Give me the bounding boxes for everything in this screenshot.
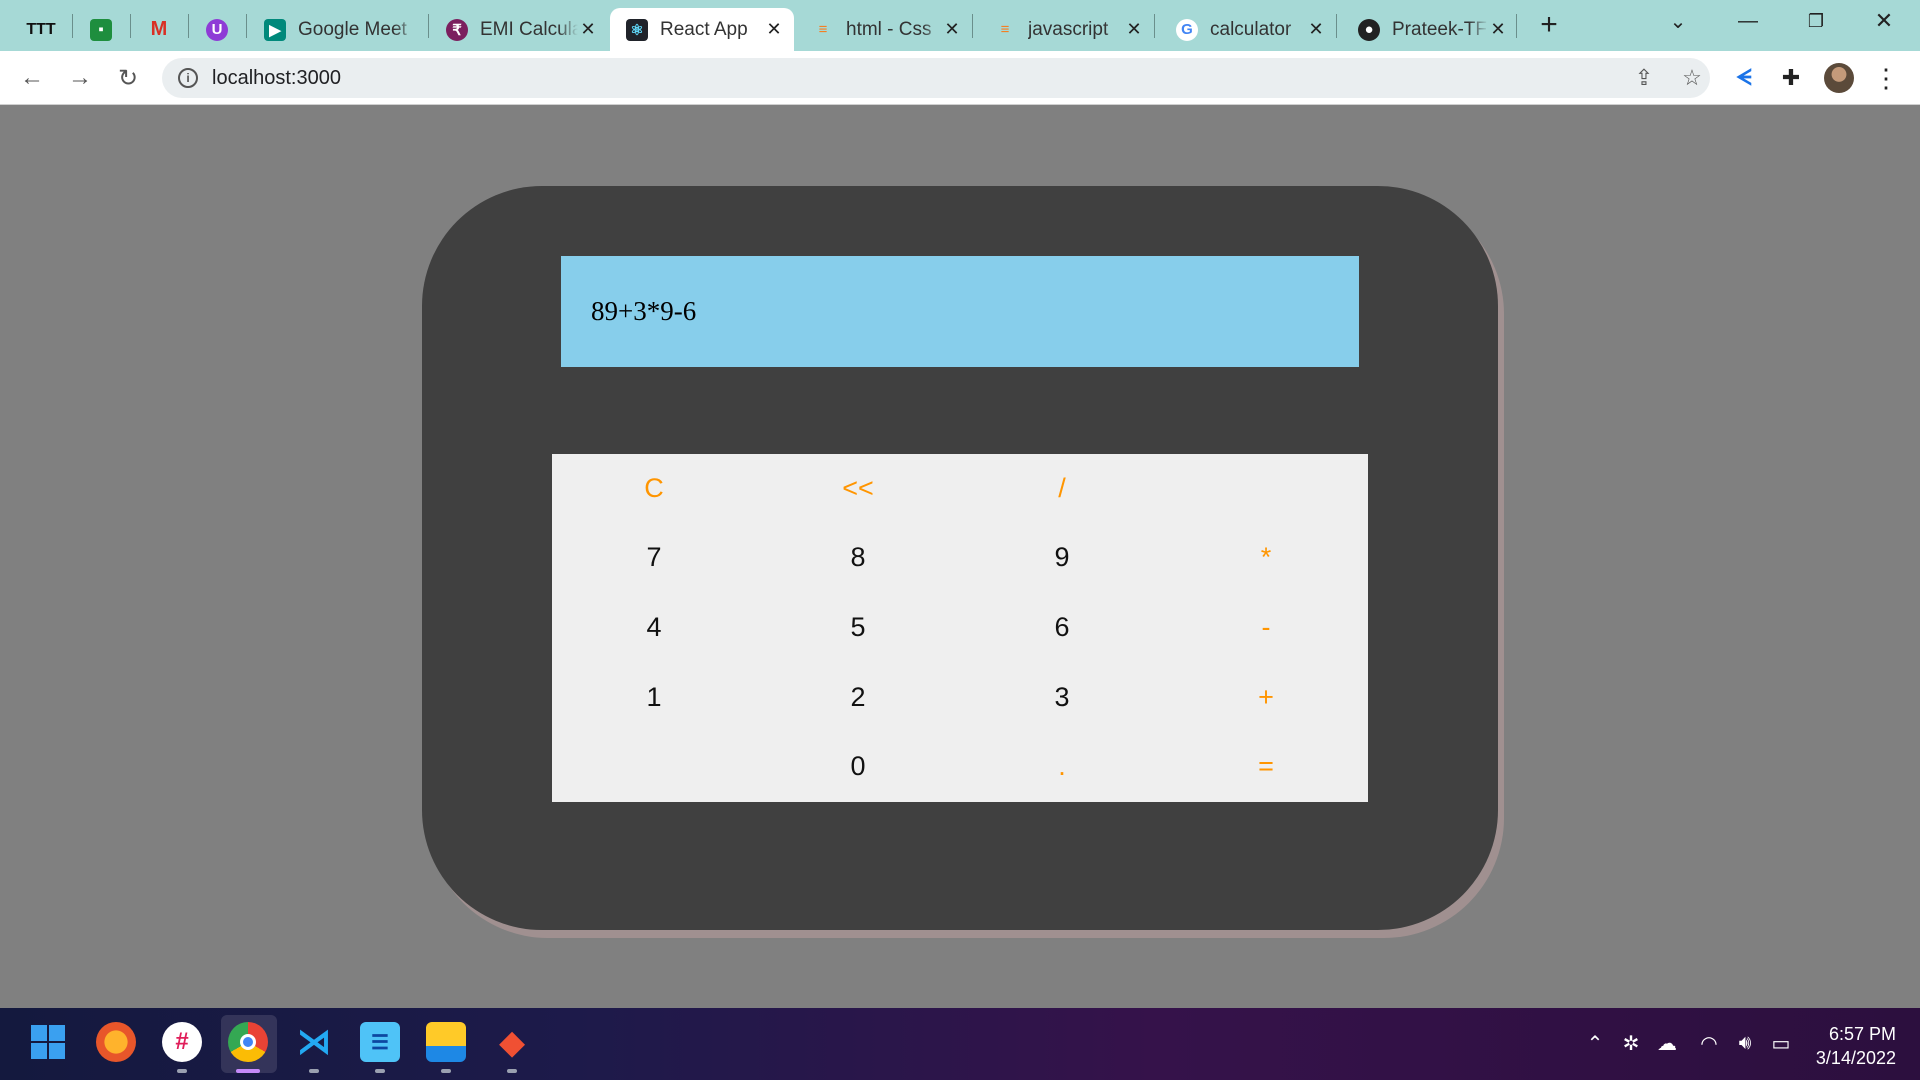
tab-pinned-chat[interactable]: ▪ [74, 8, 130, 51]
close-icon[interactable]: ✕ [578, 19, 598, 40]
key-add[interactable]: + [1164, 663, 1368, 732]
share-icon[interactable]: ⇪ [1632, 65, 1656, 90]
volume-icon[interactable]: 🔊︎ [1732, 1030, 1758, 1056]
tab-strip: TTT ▪ M U ▶ Google Meet ₹ EMI Calculator… [0, 0, 1920, 51]
browser-toolbar: ← → ↻ i localhost:3000 ⇪ ☆ ᗕ ✚ ⋮ [0, 51, 1920, 105]
u-icon: U [206, 18, 228, 41]
tab-title: EMI Calculator [480, 18, 578, 40]
tab-title: React App [660, 18, 748, 40]
slack-tray-icon[interactable]: ✲ [1618, 1030, 1644, 1056]
bookmark-star-icon[interactable]: ☆ [1680, 65, 1704, 90]
windows-taskbar: # ⋊ ☰ ◆ ⌃ ✲ ☁ ◠ 🔊︎ ▭ 6:57 PM 3/14/2022 [0, 1008, 1920, 1080]
keypad: C << / 7 8 9 * 4 5 6 - 1 2 3 + 0 . = [552, 454, 1368, 802]
windows-start-icon[interactable] [28, 1022, 68, 1062]
tab-title: calculator [1210, 18, 1292, 40]
restore-button[interactable]: ❐ [1796, 6, 1836, 36]
system-clock[interactable]: 6:57 PM 3/14/2022 [1816, 1022, 1896, 1070]
forward-arrow-icon[interactable]: → [65, 63, 95, 93]
clock-time: 6:57 PM [1828, 1024, 1896, 1044]
tab-search-chevron-icon[interactable]: ⌄ [1658, 6, 1698, 36]
puzzle-extensions-icon[interactable]: ✚ [1777, 64, 1805, 92]
close-icon[interactable]: ✕ [1488, 19, 1508, 40]
tt-icon: TTT [26, 20, 56, 38]
key-multiply[interactable]: * [1164, 523, 1368, 592]
key-clear[interactable]: C [552, 454, 756, 523]
display-expression: 89+3*9-6 [591, 296, 697, 326]
gmail-icon: M [150, 18, 168, 40]
back-arrow-icon[interactable]: ← [17, 63, 47, 93]
menu-kebab-icon[interactable]: ⋮ [1872, 63, 1900, 93]
key-1[interactable]: 1 [552, 663, 756, 732]
close-icon[interactable]: ✕ [1306, 19, 1326, 40]
git-icon[interactable]: ◆ [492, 1022, 532, 1062]
google-icon: G [1176, 18, 1198, 41]
vscode-icon[interactable]: ⋊ [294, 1022, 334, 1062]
emi-calculator-icon: ₹ [446, 18, 468, 41]
tab-javascript[interactable]: ≡ javascript ✕ [978, 8, 1154, 51]
tab-pinned-tt[interactable]: TTT [14, 8, 70, 51]
address-bar[interactable]: i localhost:3000 ⇪ ☆ [162, 58, 1710, 98]
tab-google-meet[interactable]: ▶ Google Meet [248, 8, 428, 51]
key-7[interactable]: 7 [552, 523, 756, 592]
site-info-icon[interactable]: i [178, 68, 198, 88]
file-explorer-icon[interactable] [426, 1022, 466, 1062]
key-0[interactable]: 0 [756, 732, 960, 801]
chevron-up-icon[interactable]: ⌃ [1582, 1030, 1608, 1056]
key-subtract[interactable]: - [1164, 593, 1368, 662]
firefox-icon[interactable] [96, 1022, 136, 1062]
stackoverflow-icon: ≡ [1000, 21, 1010, 38]
tab-calculator[interactable]: G calculator ✕ [1160, 8, 1336, 51]
url-text[interactable]: localhost:3000 [212, 58, 341, 98]
stackoverflow-icon: ≡ [818, 21, 828, 38]
key-3[interactable]: 3 [960, 663, 1164, 732]
tab-react-app[interactable]: ⚛ React App ✕ [610, 8, 794, 51]
minimize-button[interactable]: — [1728, 6, 1768, 36]
new-tab-button[interactable]: + [1534, 8, 1564, 41]
key-backspace[interactable]: << [756, 454, 960, 523]
tab-emi-calculator[interactable]: ₹ EMI Calculator ✕ [430, 8, 608, 51]
key-6[interactable]: 6 [960, 593, 1164, 662]
tab-github[interactable]: ● Prateek-TF ✕ [1342, 8, 1518, 51]
calculator-display: 89+3*9-6 [561, 256, 1359, 367]
key-equals[interactable]: = [1164, 732, 1368, 801]
react-icon: ⚛ [626, 18, 648, 41]
profile-avatar[interactable] [1824, 63, 1854, 93]
battery-icon[interactable]: ▭ [1768, 1030, 1794, 1056]
tab-title: Prateek-TF [1392, 18, 1488, 40]
google-chat-icon: ▪ [90, 18, 112, 41]
key-decimal[interactable]: . [960, 732, 1164, 801]
slack-icon[interactable]: # [162, 1022, 202, 1062]
chrome-icon[interactable] [228, 1022, 268, 1062]
tab-title: html - Css [846, 18, 932, 40]
wifi-icon[interactable]: ◠ [1696, 1030, 1722, 1056]
onedrive-icon[interactable]: ☁ [1654, 1030, 1680, 1056]
extension-icon[interactable]: ᗕ [1730, 64, 1758, 92]
tab-title: Google Meet [298, 18, 407, 40]
key-2[interactable]: 2 [756, 663, 960, 732]
close-icon[interactable]: ✕ [942, 19, 962, 40]
close-icon[interactable]: ✕ [1124, 19, 1144, 40]
key-9[interactable]: 9 [960, 523, 1164, 592]
key-5[interactable]: 5 [756, 593, 960, 662]
clock-date: 3/14/2022 [1815, 1048, 1896, 1068]
tab-title: javascript [1028, 18, 1109, 40]
google-meet-icon: ▶ [264, 18, 286, 41]
github-icon: ● [1358, 18, 1380, 41]
key-divide[interactable]: / [960, 454, 1164, 523]
key-8[interactable]: 8 [756, 523, 960, 592]
tab-pinned-gmail[interactable]: M [132, 8, 188, 51]
notepad-icon[interactable]: ☰ [360, 1022, 400, 1062]
tab-pinned-u[interactable]: U [190, 8, 246, 51]
close-window-button[interactable]: ✕ [1864, 6, 1904, 36]
reload-icon[interactable]: ↻ [113, 63, 143, 93]
tab-html-css[interactable]: ≡ html - Css ✕ [796, 8, 972, 51]
key-4[interactable]: 4 [552, 593, 756, 662]
close-icon[interactable]: ✕ [764, 19, 784, 40]
